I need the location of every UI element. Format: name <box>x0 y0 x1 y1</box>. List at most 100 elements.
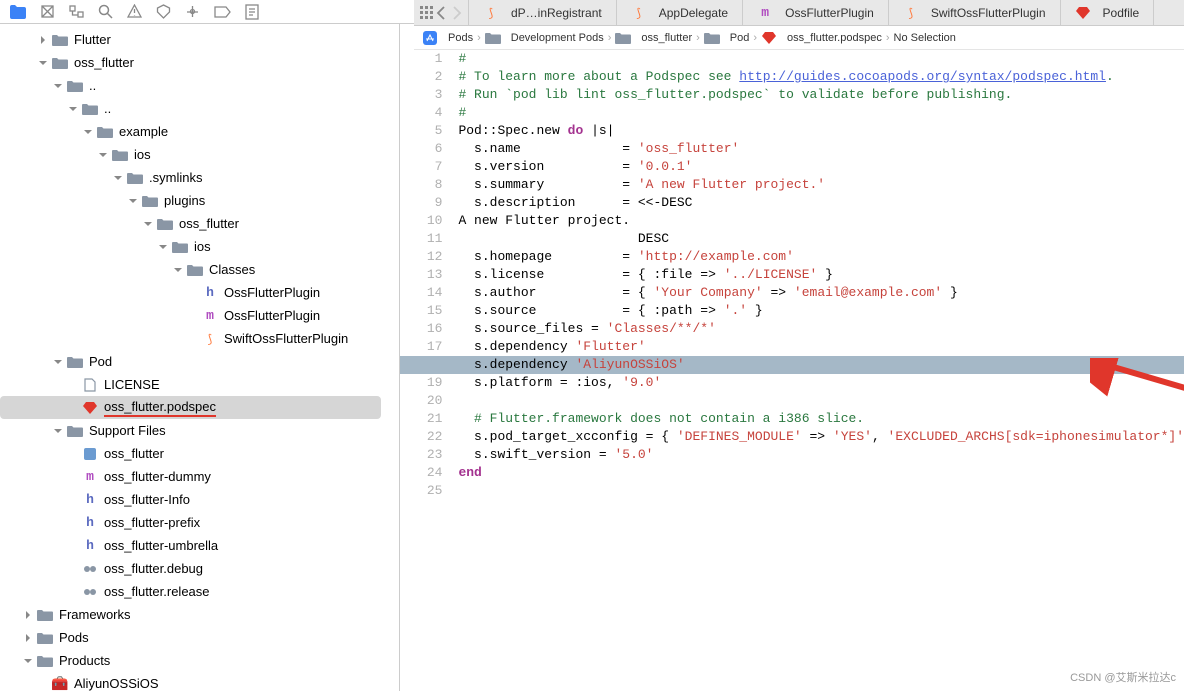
tests-icon[interactable] <box>156 4 171 19</box>
chevron-down-icon[interactable] <box>23 656 33 666</box>
tree-row[interactable]: plugins <box>0 189 381 212</box>
tree-row[interactable]: example <box>0 120 381 143</box>
code-line[interactable]: s.name = 'oss_flutter' <box>450 140 1184 158</box>
grid-icon[interactable] <box>420 6 434 20</box>
code-line[interactable]: # Run `pod lib lint oss_flutter.podspec`… <box>450 86 1184 104</box>
tree-row[interactable]: mOssFlutterPlugin <box>0 304 381 327</box>
tree-row[interactable]: .. <box>0 97 381 120</box>
chevron-right-icon[interactable] <box>23 610 33 620</box>
swift-file-icon: ⟆ <box>631 6 647 20</box>
tree-label: OssFlutterPlugin <box>224 285 320 300</box>
tree-row[interactable]: .symlinks <box>0 166 381 189</box>
tree-row[interactable]: LICENSE <box>0 373 381 396</box>
tree-row[interactable]: oss_flutter.release <box>0 580 381 603</box>
code-line[interactable]: Pod::Spec.new do |s| <box>450 122 1184 140</box>
chevron-down-icon[interactable] <box>53 426 63 436</box>
code-line[interactable] <box>450 482 1184 500</box>
tree-row[interactable]: ios <box>0 143 381 166</box>
tree-row[interactable]: oss_flutter <box>0 212 381 235</box>
code-line[interactable]: s.dependency 'AliyunOSSiOS' <box>400 356 1184 374</box>
reports-icon[interactable] <box>245 4 259 20</box>
editor-tab[interactable]: ⟆dP…inRegistrant <box>469 0 617 25</box>
nav-back-icon[interactable] <box>436 6 448 20</box>
line-number: 13 <box>400 266 442 284</box>
line-number: 17 <box>400 338 442 356</box>
tree-row[interactable]: .. <box>0 74 381 97</box>
folder-icon[interactable] <box>10 5 26 19</box>
tree-row[interactable]: hoss_flutter-Info <box>0 488 381 511</box>
tree-row[interactable]: ⟆SwiftOssFlutterPlugin <box>0 327 381 350</box>
editor-tab[interactable]: Podfile <box>1061 0 1155 25</box>
chevron-down-icon[interactable] <box>53 357 63 367</box>
code-line[interactable]: s.version = '0.0.1' <box>450 158 1184 176</box>
code-line[interactable]: s.source = { :path => '.' } <box>450 302 1184 320</box>
code-line[interactable]: s.pod_target_xcconfig = { 'DEFINES_MODUL… <box>450 428 1184 446</box>
symbol-icon[interactable] <box>69 4 84 19</box>
code-line[interactable]: # To learn more about a Podspec see http… <box>450 68 1184 86</box>
code-line[interactable]: s.swift_version = '5.0' <box>450 446 1184 464</box>
tree-row[interactable]: moss_flutter-dummy <box>0 465 381 488</box>
code-line[interactable]: s.license = { :file => '../LICENSE' } <box>450 266 1184 284</box>
editor-tab[interactable]: ⟆AppDelegate <box>617 0 743 25</box>
tree-row[interactable]: Support Files <box>0 419 381 442</box>
chevron-down-icon[interactable] <box>143 219 153 229</box>
tree-row[interactable]: oss_flutter <box>0 442 381 465</box>
code-content[interactable]: ## To learn more about a Podspec see htt… <box>450 50 1184 691</box>
tree-label: Frameworks <box>59 607 131 622</box>
tree-row[interactable]: Frameworks <box>0 603 381 626</box>
editor-tab[interactable]: ⟆SwiftOssFlutterPlugin <box>889 0 1061 25</box>
chevron-right-icon[interactable] <box>23 633 33 643</box>
tree-row[interactable]: hoss_flutter-umbrella <box>0 534 381 557</box>
project-navigator[interactable]: Flutteross_flutter....exampleios.symlink… <box>0 24 400 691</box>
chevron-down-icon[interactable] <box>38 58 48 68</box>
folder-icon <box>157 217 173 231</box>
code-line[interactable]: s.description = <<-DESC <box>450 194 1184 212</box>
tree-row[interactable]: Products <box>0 649 381 672</box>
chevron-down-icon[interactable] <box>158 242 168 252</box>
tree-row[interactable]: 🧰AliyunOSSiOS <box>0 672 381 691</box>
chevron-down-icon[interactable] <box>68 104 78 114</box>
tree-row[interactable]: Pods <box>0 626 381 649</box>
code-line[interactable]: s.summary = 'A new Flutter project.' <box>450 176 1184 194</box>
code-line[interactable]: s.platform = :ios, '9.0' <box>450 374 1184 392</box>
tree-label: ios <box>194 239 211 254</box>
tree-row[interactable]: Classes <box>0 258 381 281</box>
chevron-down-icon[interactable] <box>128 196 138 206</box>
tree-label: example <box>119 124 168 139</box>
code-line[interactable] <box>450 392 1184 410</box>
search-icon[interactable] <box>98 4 113 19</box>
tree-row[interactable]: hoss_flutter-prefix <box>0 511 381 534</box>
tree-row[interactable]: Pod <box>0 350 381 373</box>
tree-row[interactable]: oss_flutter.podspec <box>0 396 381 419</box>
chevron-right-icon[interactable] <box>38 35 48 45</box>
debug-icon[interactable] <box>185 4 200 19</box>
code-line[interactable]: A new Flutter project. <box>450 212 1184 230</box>
code-line[interactable]: # <box>450 104 1184 122</box>
code-editor[interactable]: 1234567891011121314151617181920212223242… <box>400 50 1184 691</box>
line-number: 5 <box>400 122 442 140</box>
chevron-down-icon[interactable] <box>113 173 123 183</box>
warning-icon[interactable] <box>127 4 142 19</box>
tree-row[interactable]: oss_flutter <box>0 51 381 74</box>
code-line[interactable]: end <box>450 464 1184 482</box>
source-control-icon[interactable] <box>40 4 55 19</box>
tree-row[interactable]: oss_flutter.debug <box>0 557 381 580</box>
tree-row[interactable]: ios <box>0 235 381 258</box>
code-line[interactable]: s.author = { 'Your Company' => 'email@ex… <box>450 284 1184 302</box>
chevron-down-icon[interactable] <box>173 265 183 275</box>
code-line[interactable]: s.homepage = 'http://example.com' <box>450 248 1184 266</box>
chevron-down-icon[interactable] <box>53 81 63 91</box>
code-line[interactable]: # <box>450 50 1184 68</box>
editor-tab[interactable]: mOssFlutterPlugin <box>743 0 889 25</box>
code-line[interactable]: # Flutter.framework does not contain a i… <box>450 410 1184 428</box>
breakpoint-icon[interactable] <box>214 6 231 18</box>
tree-row[interactable]: Flutter <box>0 28 381 51</box>
line-number: 7 <box>400 158 442 176</box>
chevron-down-icon[interactable] <box>98 150 108 160</box>
tree-row[interactable]: hOssFlutterPlugin <box>0 281 381 304</box>
code-line[interactable]: s.source_files = 'Classes/**/*' <box>450 320 1184 338</box>
chevron-down-icon[interactable] <box>83 127 93 137</box>
code-line[interactable]: DESC <box>450 230 1184 248</box>
code-line[interactable]: s.dependency 'Flutter' <box>450 338 1184 356</box>
nav-forward-icon[interactable] <box>450 6 462 20</box>
